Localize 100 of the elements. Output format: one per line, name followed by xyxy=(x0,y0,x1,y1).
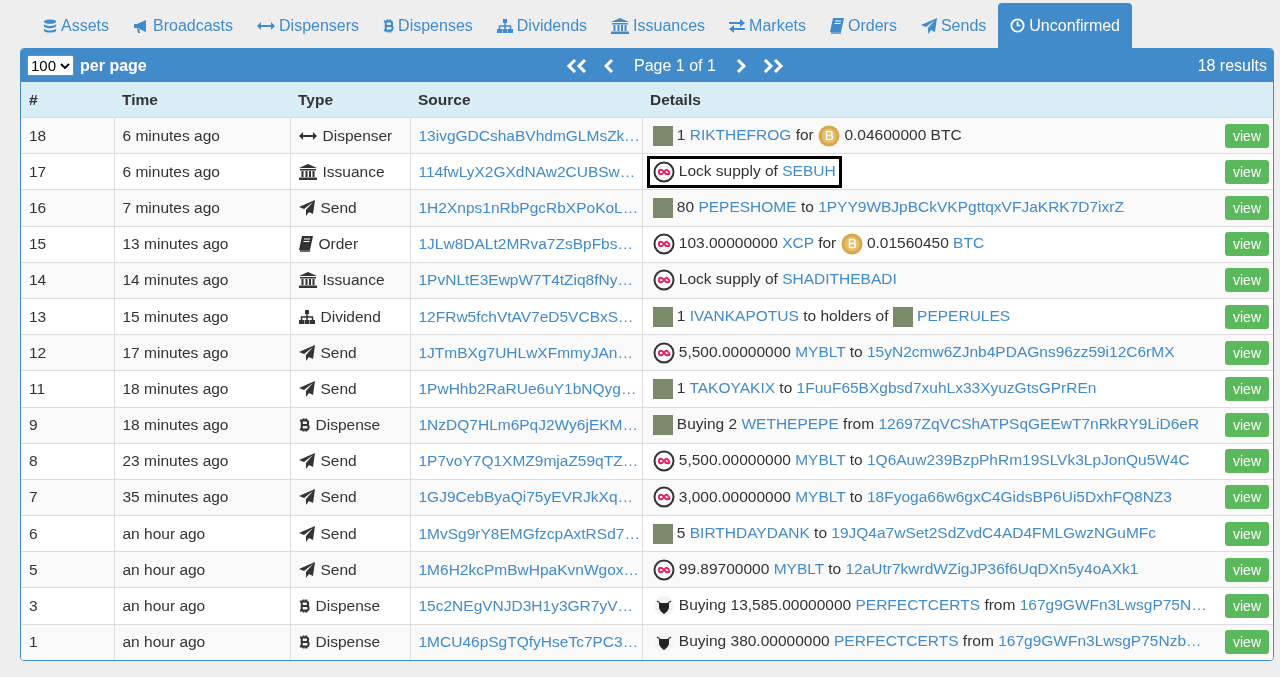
detail-link[interactable]: 12697ZqVCShATPSqGEEwT7nRkRY9LiD6eR xyxy=(878,415,1200,433)
details-text: Buying 380.00000000 PERFECTCERTS from 167g9GWFn3LwsgP75Nzb… xyxy=(652,632,1202,650)
type-label: Dispense xyxy=(315,416,381,435)
detail-link[interactable]: PERFECTCERTS xyxy=(833,632,959,650)
detail-link[interactable]: BIRTHDAYDANK xyxy=(689,523,810,541)
view-button[interactable]: view xyxy=(1225,521,1269,546)
view-button[interactable]: view xyxy=(1225,594,1269,619)
nav-tab[interactable]: Broadcasts xyxy=(121,3,246,48)
detail-link[interactable]: XCP xyxy=(782,234,814,252)
details-text: 5,500.00000000 MYBLT to 1Q6Auw239BzpPhRm19SLVk3LpJonQu5W4C xyxy=(652,451,1190,469)
source-link[interactable]: 1MvSg9rY8EMGfzcpAxtRSd7… xyxy=(418,524,640,542)
shield-emblem-icon xyxy=(652,595,675,618)
table-cell: 18 xyxy=(21,117,114,154)
view-button[interactable]: view xyxy=(1225,195,1269,220)
asset-image-placeholder xyxy=(652,415,673,436)
double-arrow-icon xyxy=(298,130,317,141)
nav-tab[interactable]: Orders xyxy=(818,3,909,48)
view-button[interactable]: view xyxy=(1225,485,1269,510)
source-link[interactable]: 12FRw5fchVtAV7eD5VCBxS… xyxy=(418,307,634,325)
nav-tab[interactable]: Markets xyxy=(717,3,818,48)
token-icon xyxy=(652,269,675,292)
detail-link[interactable]: 1Q6Auw239BzpPhRm19SLVk3LpJonQu5W4C xyxy=(867,451,1190,469)
page-size-select[interactable]: 100 xyxy=(27,55,75,76)
type-label: Send xyxy=(320,560,357,579)
type-label: Send xyxy=(320,524,357,543)
detail-link[interactable]: TAKOYAKIX xyxy=(689,379,776,396)
nav-tab[interactable]: Dividends xyxy=(484,3,600,48)
detail-link[interactable]: PEPERULES xyxy=(917,306,1011,324)
view-button[interactable]: view xyxy=(1225,557,1269,582)
nav-tab[interactable]: Dispenses xyxy=(371,3,485,48)
asset-image-placeholder xyxy=(892,306,913,327)
detail-link[interactable]: MYBLT xyxy=(795,451,846,469)
column-header: # xyxy=(21,82,114,118)
view-button[interactable]: view xyxy=(1225,268,1269,293)
detail-link[interactable]: PERFECTCERTS xyxy=(855,596,981,614)
view-button[interactable]: view xyxy=(1225,340,1269,365)
detail-link[interactable]: 18Fyoga66w6gxC4GidsBP6Ui5DxhFQ8NZ3 xyxy=(867,487,1172,505)
view-button[interactable]: view xyxy=(1225,630,1269,655)
detail-link[interactable]: BTC xyxy=(953,234,985,252)
detail-link[interactable]: PEPESHOME xyxy=(698,198,797,216)
detail-link[interactable]: 15yN2cmw6ZJnb4PDAGns96zz59i12C6rMX xyxy=(867,342,1175,360)
table-cell: 12 xyxy=(21,334,114,371)
bank-icon xyxy=(298,163,317,180)
source-link[interactable]: 15c2NEgVNJD3H1y3GR7yV… xyxy=(418,597,633,615)
nav-tab[interactable]: Dispensers xyxy=(245,3,372,48)
detail-link[interactable]: SEBUH xyxy=(782,161,836,179)
view-button[interactable]: view xyxy=(1225,232,1269,257)
view-button[interactable]: view xyxy=(1225,413,1269,438)
source-link[interactable]: 1P7voY7Q1XMZ9mjaZ59qTZ… xyxy=(418,452,639,470)
table-cell: 1 xyxy=(21,624,114,660)
previous-page-icon[interactable] xyxy=(604,58,614,73)
table-cell: 14 minutes ago xyxy=(114,262,290,299)
paper-plane-icon xyxy=(298,453,315,470)
view-button[interactable]: view xyxy=(1225,304,1269,329)
detail-link[interactable]: 19JQ4a7wSet2SdZvdC4AD4FMLGwzNGuMFc xyxy=(831,523,1157,541)
view-button[interactable]: view xyxy=(1225,159,1269,184)
details-text: Lock supply of SEBUH xyxy=(652,161,836,179)
detail-link[interactable]: 167g9GWFn3LwsgP75N… xyxy=(1019,596,1207,614)
view-button[interactable]: view xyxy=(1225,376,1269,401)
table-cell: 7 xyxy=(21,479,114,516)
type-label: Issuance xyxy=(322,271,385,290)
source-link[interactable]: 114fwLyX2GXdNAw2CUBSw… xyxy=(418,162,636,180)
nav-tab[interactable]: Issuances xyxy=(599,3,718,48)
type-label: Send xyxy=(320,379,357,398)
view-button[interactable]: view xyxy=(1225,449,1269,474)
bitcoin-icon xyxy=(383,17,395,34)
table-cell: 14 xyxy=(21,262,114,299)
detail-link[interactable]: 12aUtr7kwrdWZigJP36f6UqDXn5y4oAXk1 xyxy=(845,559,1139,577)
detail-link[interactable]: SHADITHEBADI xyxy=(782,270,897,288)
first-page-icon[interactable] xyxy=(566,58,588,73)
detail-link[interactable]: MYBLT xyxy=(795,487,846,505)
type-label: Dispenser xyxy=(322,126,393,145)
source-link[interactable]: 1JLw8DALt2MRva7ZsBpFbs… xyxy=(418,235,633,253)
paper-plane-icon xyxy=(298,344,315,361)
detail-link[interactable]: 167g9GWFn3LwsgP75Nzb… xyxy=(998,632,1202,650)
database-icon xyxy=(43,17,57,34)
view-button[interactable]: view xyxy=(1225,123,1269,148)
results-count: 18 results xyxy=(1197,56,1267,75)
nav-tab[interactable]: Sends xyxy=(908,3,999,48)
type-label: Send xyxy=(320,343,357,362)
source-link[interactable]: 1PwHhb2RaRUe6uY1bNQyg… xyxy=(418,379,637,397)
next-page-icon[interactable] xyxy=(735,58,746,73)
detail-link[interactable]: MYBLT xyxy=(773,559,824,577)
detail-link[interactable]: 1PYY9WBJpBCkVKPgttqxVFJaKRK7D7ixrZ xyxy=(818,198,1124,216)
detail-link[interactable]: IVANKAPOTUS xyxy=(689,306,799,324)
type-label: Issuance xyxy=(322,162,385,181)
book-icon xyxy=(298,236,313,253)
per-page-label: per page xyxy=(80,56,147,75)
table-cell: 17 minutes ago xyxy=(114,334,290,371)
table-cell: 6 minutes ago xyxy=(114,117,290,154)
nav-tab[interactable]: Unconfirmed xyxy=(998,3,1132,48)
detail-link[interactable]: MYBLT xyxy=(795,342,846,360)
detail-link[interactable]: WETHEPEPE xyxy=(741,415,839,433)
details-text: 80 PEPESHOME to 1PYY9WBJpBCkVKPgttqxVFJaKRK7D7ixrZ xyxy=(652,198,1124,216)
detail-link[interactable]: 1FuuF65BXgbsd7xuhLx33XyuzGtsGPrREn xyxy=(796,379,1097,396)
nav-tab[interactable]: Assets xyxy=(31,3,121,48)
last-page-icon[interactable] xyxy=(761,58,784,73)
token-icon xyxy=(652,233,675,256)
detail-link[interactable]: RIKTHEFROG xyxy=(689,125,792,143)
details-text: 99.89700000 MYBLT to 12aUtr7kwrdWZigJP36f6UqDXn5y4oAXk1 xyxy=(652,559,1139,577)
